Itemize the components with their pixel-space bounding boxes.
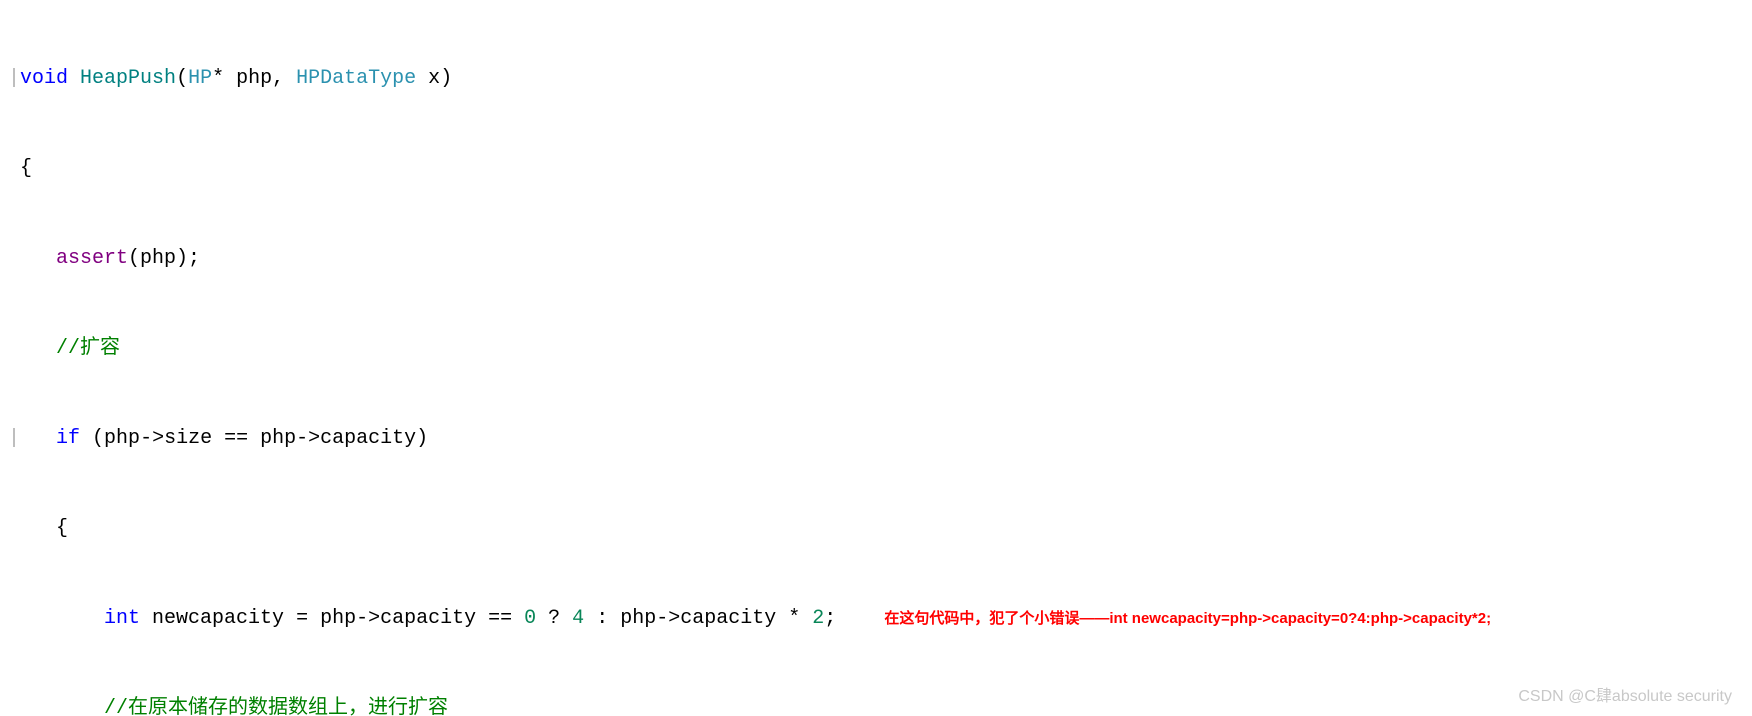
type: HP: [188, 64, 212, 94]
param: x: [416, 64, 440, 94]
number: 0: [524, 604, 536, 634]
keyword-if: if: [56, 424, 80, 454]
arrow: ->: [296, 424, 320, 454]
brace-open: {: [20, 154, 32, 184]
comment: //扩容: [56, 334, 120, 364]
member: capacity: [380, 604, 476, 634]
arrow: ->: [140, 424, 164, 454]
code-line: |void HeapPush(HP* php, HPDataType x): [8, 64, 1752, 94]
paren: ): [416, 424, 428, 454]
indent: [8, 514, 56, 544]
number: 2: [812, 604, 824, 634]
code-line: int newcapacity = php->capacity == 0 ? 4…: [8, 604, 1752, 634]
op: *: [776, 604, 812, 634]
code-line: {: [8, 514, 1752, 544]
ident: php: [320, 604, 356, 634]
op: ?: [536, 604, 572, 634]
indent: [8, 694, 104, 716]
keyword-void: void: [20, 64, 68, 94]
paren: ): [440, 64, 452, 94]
expr: (php: [80, 424, 140, 454]
op: :: [584, 604, 620, 634]
annotation-red: 在这句代码中，犯了个小错误——int newcapacity=php->capa…: [884, 604, 1491, 634]
indent: [8, 244, 56, 274]
comment: //在原本储存的数据数组上，进行扩容: [104, 694, 448, 716]
op: *: [212, 64, 224, 94]
op: ==: [212, 424, 260, 454]
paren: (: [176, 64, 188, 94]
op: ==: [476, 604, 524, 634]
guide-pipe: |: [8, 424, 20, 454]
keyword-int: int: [104, 604, 140, 634]
code-line: //扩容: [8, 334, 1752, 364]
member: size: [164, 424, 212, 454]
arrow: ->: [356, 604, 380, 634]
var: newcapacity: [140, 604, 284, 634]
code-line: {: [8, 154, 1752, 184]
brace-open: {: [56, 514, 68, 544]
comma: ,: [272, 64, 296, 94]
indent: [8, 334, 56, 364]
code-editor-viewport: |void HeapPush(HP* php, HPDataType x) { …: [0, 0, 1752, 716]
code-line: //在原本储存的数据数组上，进行扩容: [8, 694, 1752, 716]
function-name: HeapPush: [68, 64, 176, 94]
member: capacity: [680, 604, 776, 634]
ident: php: [620, 604, 656, 634]
type: HPDataType: [296, 64, 416, 94]
member: capacity: [320, 424, 416, 454]
args: (php);: [128, 244, 200, 274]
op: =: [284, 604, 320, 634]
guide-pipe: |: [8, 64, 20, 94]
semi: ;: [824, 604, 836, 634]
code-line: assert(php);: [8, 244, 1752, 274]
code-line: | if (php->size == php->capacity): [8, 424, 1752, 454]
param: php: [224, 64, 272, 94]
indent: [8, 604, 104, 634]
assert-call: assert: [56, 244, 128, 274]
arrow: ->: [656, 604, 680, 634]
number: 4: [572, 604, 584, 634]
ident: php: [260, 424, 296, 454]
